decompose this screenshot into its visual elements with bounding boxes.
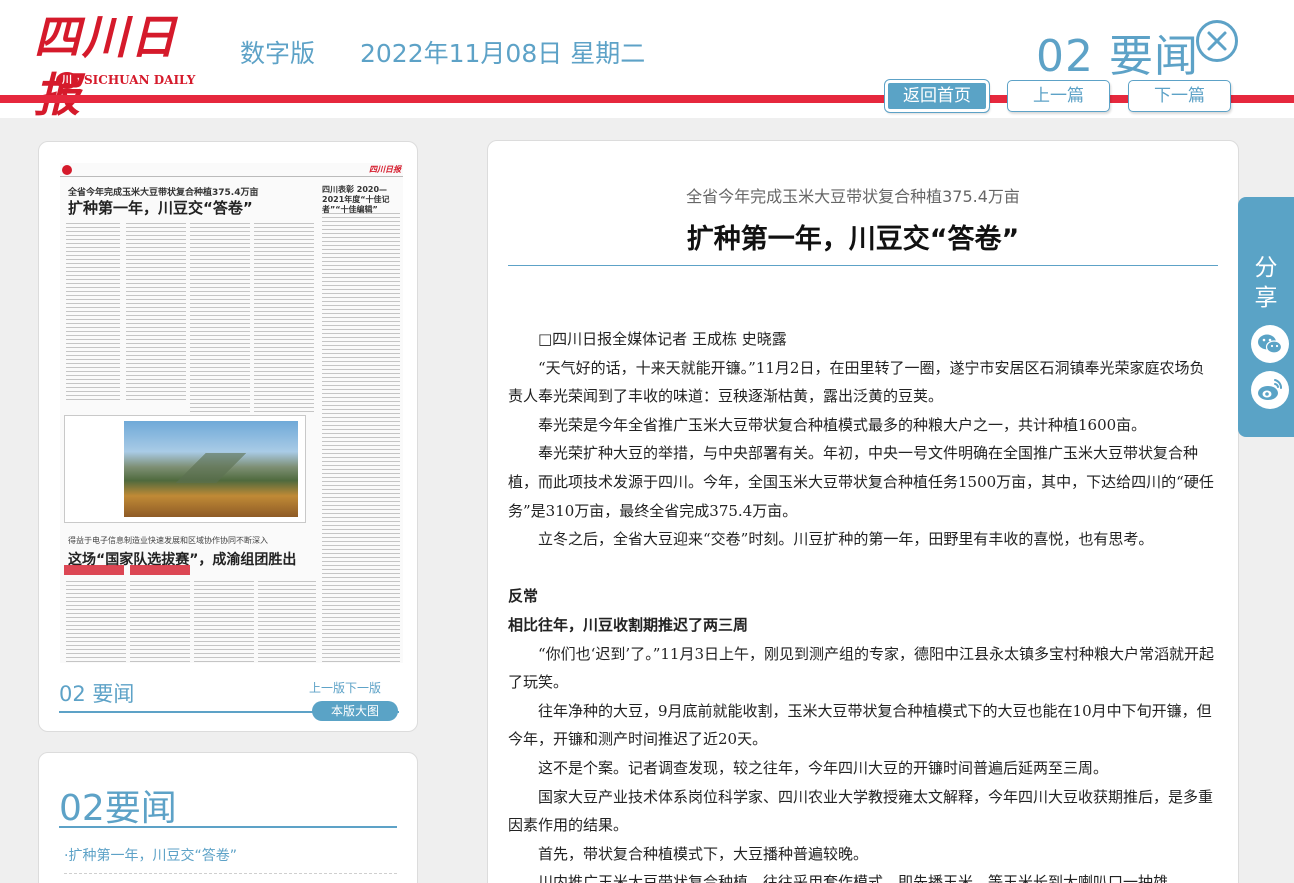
article-byline: □四川日报全媒体记者 王成栋 史晓露 — [538, 330, 787, 348]
section-heading: 反常 — [508, 587, 539, 606]
article-paragraph: 川内推广玉米大豆带状复合种植，往往采用套作模式，即先播玉米，等玉米长到大喇叭口一… — [538, 873, 1169, 883]
article-paragraph: 奉光荣扩种大豆的举措，与中央部署有关。年初，中央一号文件明确在全国推广玉米大豆带… — [508, 444, 1214, 520]
list-item[interactable]: ·扩种第一年，川豆交“答卷” — [64, 845, 237, 865]
text-column — [258, 581, 316, 663]
sichuan-daily-logo[interactable]: 四川日报 川 SICHUAN DAILY — [34, 8, 209, 122]
page-thumbnail-panel: 四川日报 全省今年完成玉米大豆带状复合种植375.4万亩 扩种第一年，川豆交“答… — [38, 141, 418, 732]
weibo-icon[interactable] — [1251, 371, 1289, 409]
edition-label: 数字版 — [240, 39, 316, 68]
logo-seal-icon: 川 — [56, 71, 78, 89]
page-title: 02 要闻 — [1036, 31, 1199, 82]
newspaper-side-headline: 四川表彰 2020—2021年度“十佳记者”“十佳编辑” — [322, 185, 390, 214]
text-column — [194, 581, 254, 663]
article-subtitle: 全省今年完成玉米大豆带状复合种植375.4万亩 — [686, 187, 1020, 206]
article-body: □四川日报全媒体记者 王成栋 史晓露 “天气好的话，十来天就能开镰。”11月2日… — [508, 325, 1218, 883]
home-button[interactable]: 返回首页 — [884, 79, 990, 113]
text-column — [130, 581, 190, 663]
text-column — [66, 581, 126, 663]
section-tag — [130, 565, 190, 575]
newspaper-page-thumbnail[interactable]: 四川日报 全省今年完成玉米大豆带状复合种植375.4万亩 扩种第一年，川豆交“答… — [60, 163, 403, 663]
page-badge-icon — [62, 165, 72, 175]
logo-english-row: 川 SICHUAN DAILY — [56, 70, 195, 90]
list-title: 02要闻 — [59, 788, 177, 829]
article-title: 扩种第一年，川豆交“答卷” — [686, 224, 1020, 255]
article-paragraph: 国家大豆产业技术体系岗位科学家、四川农业大学教授雍太文解释，今年四川大豆收获期推… — [508, 787, 1214, 835]
article-paragraph: 往年净种的大豆，9月底前就能收割，玉米大豆带状复合种植模式下的大豆也能在10月中… — [508, 701, 1212, 749]
logo-chinese: 四川日报 — [34, 10, 178, 122]
text-column — [126, 223, 186, 403]
newspaper-subheadline-2: 得益于电子信息制造业快速发展和区域协作协同不断深入 — [68, 536, 268, 545]
section-subheading: 相比往年，川豆收割期推迟了两三周 — [508, 615, 749, 634]
next-article-button[interactable]: 下一篇 — [1128, 80, 1231, 112]
text-column — [322, 213, 400, 663]
article-panel: 全省今年完成玉米大豆带状复合种植375.4万亩 扩种第一年，川豆交“答卷” □四… — [487, 140, 1239, 883]
logo-english: SICHUAN DAILY — [84, 73, 196, 87]
newspaper-masthead: 四川日报 — [369, 165, 401, 174]
share-label: 分享 — [1254, 255, 1278, 311]
thumbnail-page-label: 02 要闻 — [59, 682, 135, 706]
text-column — [66, 223, 120, 403]
article-title-divider — [508, 265, 1218, 266]
article-paragraph: 奉光荣是今年全省推广玉米大豆带状复合种植模式最多的种粮大户之一，共计种植1600… — [538, 415, 1147, 434]
newspaper-header: 四川日报 — [60, 163, 403, 177]
prev-next-page-link[interactable]: 上一版下一版 — [309, 679, 381, 696]
photo-mountain — [124, 453, 298, 483]
previous-article-button[interactable]: 上一篇 — [1007, 80, 1110, 112]
section-tag — [64, 565, 124, 575]
share-sidebar: 分享 — [1238, 197, 1294, 437]
list-divider — [59, 826, 397, 828]
list-item-divider — [64, 873, 397, 874]
article-paragraph: “天气好的话，十来天就能开镰。”11月2日，在田里转了一圈，遂宁市安居区石洞镇奉… — [508, 358, 1205, 406]
article-paragraph: “你们也‘迟到’了。”11月3日上午，刚见到测产组的专家，德阳中江县永太镇多宝村… — [508, 644, 1215, 692]
newspaper-headline: 扩种第一年，川豆交“答卷” — [68, 199, 253, 217]
issue-date: 2022年11月08日 星期二 — [360, 39, 646, 68]
wechat-icon[interactable] — [1251, 325, 1289, 363]
page-big-image-button[interactable]: 本版大图 — [312, 701, 398, 721]
close-icon[interactable] — [1196, 20, 1238, 62]
text-column — [254, 223, 314, 413]
article-paragraph: 首先，带状复合种植模式下，大豆播种普遍较晚。 — [538, 844, 869, 863]
article-paragraph: 立冬之后，全省大豆迎来“交卷”时刻。川豆扩种的第一年，田野里有丰收的喜悦，也有思… — [538, 530, 1154, 549]
page-article-list: 02要闻 ·扩种第一年，川豆交“答卷” — [38, 752, 418, 883]
article-paragraph: 这不是个案。记者调查发现，较之往年，今年四川大豆的开镰时间普遍后延两至三周。 — [538, 758, 1109, 777]
text-column — [190, 223, 250, 413]
